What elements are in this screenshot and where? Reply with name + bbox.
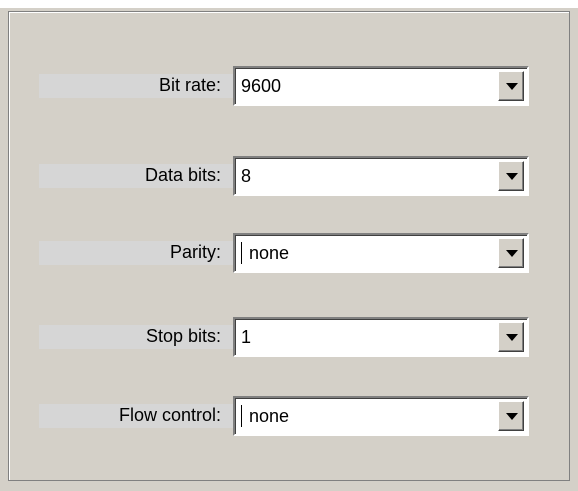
parity-row: Parity: none — [9, 233, 569, 273]
bit-rate-label: Bit rate: — [158, 75, 221, 95]
chevron-down-icon — [506, 250, 518, 257]
parity-dropdown-button[interactable] — [498, 238, 524, 268]
bit-rate-dropdown-button[interactable] — [498, 71, 524, 101]
text-caret — [241, 405, 242, 427]
bit-rate-select[interactable]: 9600 — [233, 66, 529, 106]
flow-control-select[interactable]: none — [233, 396, 529, 436]
parity-label: Parity: — [169, 242, 221, 262]
data-bits-label: Data bits: — [144, 165, 221, 185]
chevron-down-icon — [506, 83, 518, 90]
text-caret — [241, 242, 242, 264]
parity-value: none — [249, 243, 290, 263]
stop-bits-value: 1 — [241, 327, 252, 347]
data-bits-select[interactable]: 8 — [233, 156, 529, 196]
chevron-down-icon — [506, 334, 518, 341]
data-bits-value: 8 — [241, 166, 252, 186]
data-bits-dropdown-button[interactable] — [498, 161, 524, 191]
stop-bits-row: Stop bits: 1 — [9, 317, 569, 357]
bit-rate-value: 9600 — [241, 76, 282, 96]
stop-bits-label: Stop bits: — [145, 326, 221, 346]
stop-bits-select[interactable]: 1 — [233, 317, 529, 357]
chevron-down-icon — [506, 173, 518, 180]
flow-control-value: none — [249, 406, 290, 426]
bit-rate-row: Bit rate: 9600 — [9, 66, 569, 106]
top-title-strip — [0, 0, 578, 8]
data-bits-row: Data bits: 8 — [9, 156, 569, 196]
parity-select[interactable]: none — [233, 233, 529, 273]
flow-control-dropdown-button[interactable] — [498, 401, 524, 431]
flow-control-label: Flow control: — [118, 405, 221, 425]
stop-bits-dropdown-button[interactable] — [498, 322, 524, 352]
serial-settings-panel: Bit rate: 9600 Data bits: 8 Parity: none — [8, 11, 570, 481]
flow-control-row: Flow control: none — [9, 396, 569, 436]
chevron-down-icon — [506, 413, 518, 420]
